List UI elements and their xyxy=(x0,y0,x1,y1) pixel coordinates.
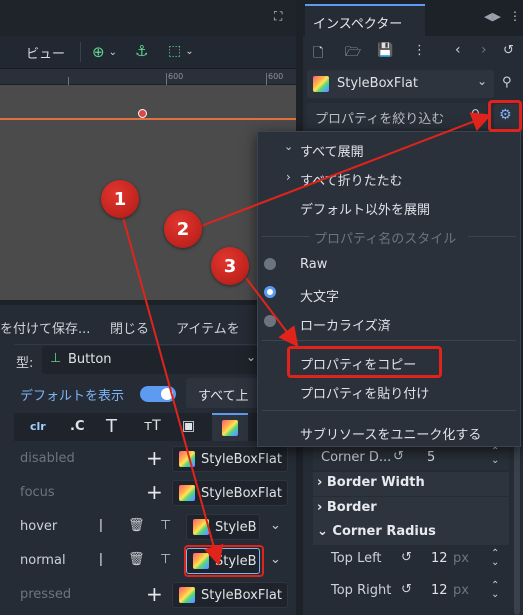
arrow-1 xyxy=(120,209,224,566)
annotation-badge-2: 2 xyxy=(164,210,202,248)
arrow-3 xyxy=(245,277,299,348)
annotation-arrows xyxy=(120,112,492,566)
arrow-2 xyxy=(195,112,492,229)
annotation-badge-1: 1 xyxy=(101,180,139,218)
annotation-badge-3: 3 xyxy=(211,247,249,285)
